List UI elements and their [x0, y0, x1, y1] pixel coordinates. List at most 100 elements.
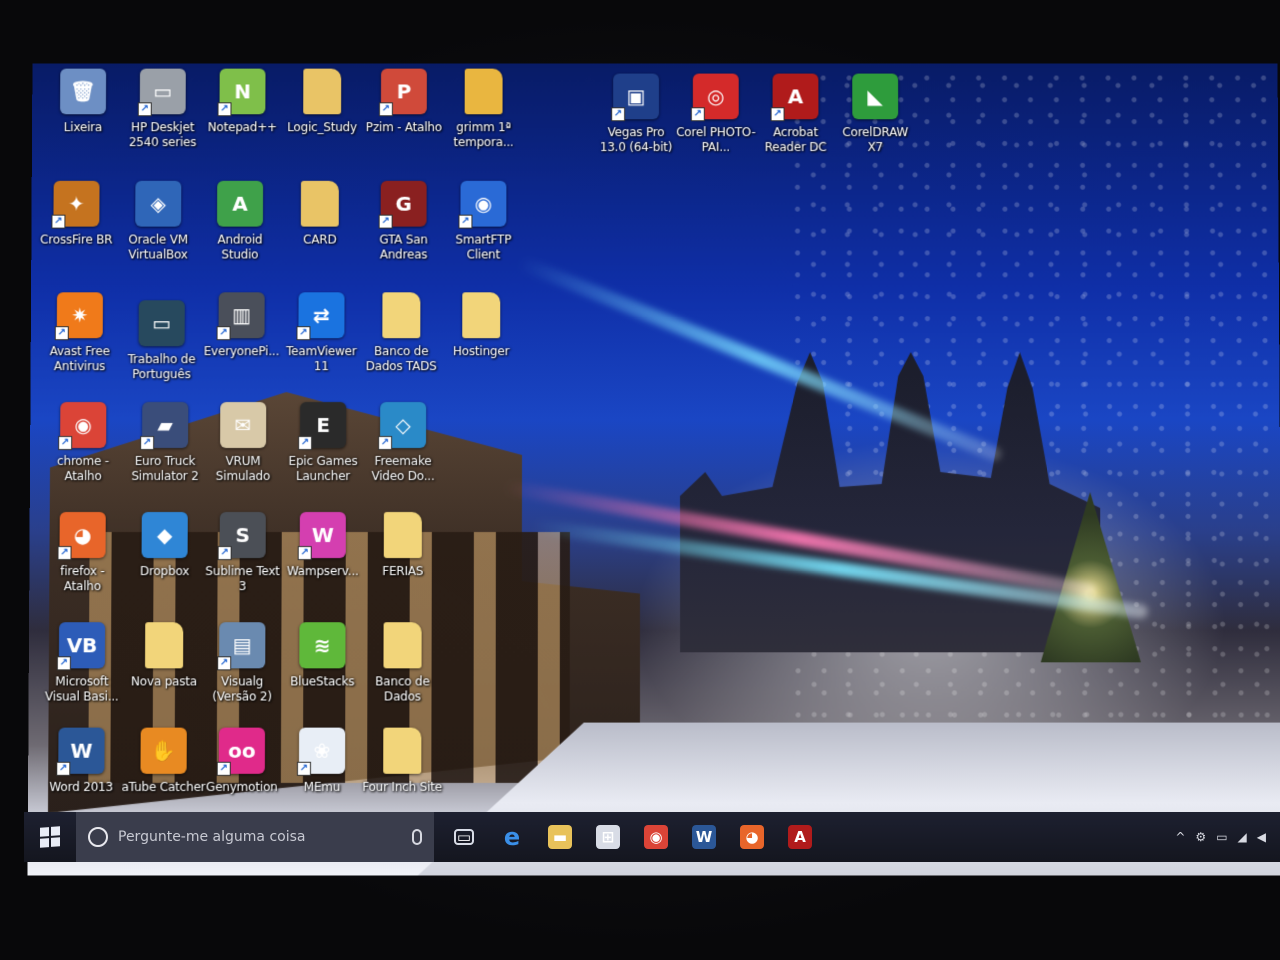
folder-icon	[382, 292, 421, 339]
desktop-icon[interactable]: P ↗ Pzim - Atalho	[363, 68, 445, 174]
desktop-icon[interactable]: FERIAS	[362, 512, 444, 618]
store-icon: ⊞	[596, 825, 620, 849]
virtualbox-icon: ◈	[135, 180, 182, 227]
taskbar-word[interactable]: W	[680, 812, 728, 862]
folder-icon	[464, 68, 503, 115]
desktop-icon[interactable]: ✦ ↗ CrossFire BR	[35, 180, 117, 287]
edge-icon: e	[503, 823, 521, 851]
desktop-icon[interactable]: Hostinger	[440, 292, 522, 398]
shortcut-arrow-icon: ↗	[56, 656, 71, 671]
desktop-icon-label: SmartFTP Client	[455, 232, 512, 262]
tray-icon[interactable]: ⚙	[1195, 830, 1206, 844]
desktop-icon-label: GTA San Andreas	[379, 232, 428, 262]
desktop-icon[interactable]: ▭ ↗ HP Deskjet 2540 series	[122, 68, 204, 174]
taskbar-acrobat[interactable]: A	[776, 812, 824, 862]
wampserver-icon: W ↗	[297, 512, 346, 561]
tray-icon[interactable]: ▭	[1216, 830, 1227, 844]
smartftp-icon: ◉ ↗	[458, 180, 507, 229]
desktop-icon[interactable]: 🗑 Lixeira	[42, 68, 124, 174]
shortcut-arrow-icon: ↗	[217, 546, 232, 561]
desktop-icon[interactable]: A ↗ Acrobat Reader DC	[755, 73, 837, 179]
shortcut-arrow-icon: ↗	[217, 102, 232, 117]
bluestacks-icon: ≋	[299, 622, 346, 669]
taskbar-firefox[interactable]: ◕	[728, 812, 776, 862]
desktop-icon[interactable]: VB ↗ Microsoft Visual Basi...	[40, 622, 123, 728]
taskbar-chrome[interactable]: ◉	[632, 812, 680, 862]
tray-icon[interactable]: ◢	[1238, 830, 1247, 844]
gta-san-andreas-icon: G ↗	[378, 180, 427, 229]
desktop-icon[interactable]: ▣ ↗ Vegas Pro 13.0 (64-bit)	[595, 73, 677, 179]
desktop-icon-label: Vegas Pro 13.0 (64-bit)	[599, 125, 673, 155]
folder-icon	[462, 292, 501, 339]
desktop-icon-label: Hostinger	[453, 344, 510, 359]
taskbar-edge[interactable]: e	[488, 812, 536, 862]
desktop-icon[interactable]: ▤ ↗ Visualg (Versão 2)	[201, 622, 284, 728]
desktop-icon[interactable]: ◕ ↗ firefox - Atalho	[41, 512, 124, 618]
dropbox-icon: ◆	[141, 512, 188, 559]
desktop-icon[interactable]: ◉ ↗ SmartFTP Client	[442, 180, 524, 287]
desktop-icon[interactable]: W ↗ Wampserv...	[281, 512, 363, 618]
cortana-icon	[88, 827, 108, 847]
taskbar-pinned-apps: ▭ e ▬ ⊞ ◉ W ◕ A	[440, 812, 824, 862]
shortcut-arrow-icon: ↗	[378, 214, 393, 229]
teamviewer-icon: ⇄ ↗	[296, 292, 345, 341]
taskbar-task-view[interactable]: ▭	[440, 812, 488, 862]
desktop-icon[interactable]: ▥ ↗ EveryonePi...	[200, 292, 282, 398]
word-icon: W	[692, 825, 716, 849]
shortcut-arrow-icon: ↗	[54, 326, 69, 341]
desktop-icon-label: Euro Truck Simulator 2	[131, 454, 199, 483]
desktop-icon[interactable]: ◇ ↗ Freemake Video Do...	[362, 402, 444, 508]
desktop-icon[interactable]: G ↗ GTA San Andreas	[363, 180, 445, 287]
word-icon: W ↗	[56, 727, 105, 776]
desktop-icon[interactable]: ⇄ ↗ TeamViewer 11	[280, 292, 362, 398]
shortcut-arrow-icon: ↗	[296, 761, 312, 776]
pzim-icon: P ↗	[378, 68, 427, 117]
desktop-icon-label: Freemake Video Do...	[371, 454, 435, 483]
taskbar-store[interactable]: ⊞	[584, 812, 632, 862]
desktop-icon-label: Dropbox	[139, 564, 190, 579]
task-view-icon: ▭	[454, 828, 474, 846]
desktop-icon[interactable]: ≋ BlueStacks	[281, 622, 364, 728]
desktop-icon[interactable]: ▭ Trabalho de Português	[120, 300, 202, 406]
taskbar-file-explorer[interactable]: ▬	[536, 812, 584, 862]
desktop-icon[interactable]: CARD	[279, 180, 361, 287]
notepad-plus-plus-icon: N ↗	[217, 68, 266, 117]
desktop-icon[interactable]: Banco de Dados TADS	[360, 292, 442, 398]
tray-icon[interactable]: ◀	[1257, 830, 1266, 844]
desktop-icon[interactable]: Logic_Study	[281, 68, 363, 174]
desktop-icon-label: Wampserv...	[286, 564, 359, 579]
desktop-icon[interactable]: ◈ Oracle VM VirtualBox	[117, 180, 199, 287]
file-explorer-icon: ▬	[548, 825, 572, 849]
desktop-icon[interactable]: ◎ ↗ Corel PHOTO-PAI...	[675, 73, 757, 179]
start-button[interactable]	[24, 812, 76, 862]
android-studio-icon: A	[217, 180, 264, 227]
cortana-search-box[interactable]: Pergunte-me alguma coisa	[76, 812, 434, 862]
desktop-icon[interactable]: Nova pasta	[123, 622, 206, 728]
acrobat-icon: A	[788, 825, 812, 849]
desktop-icon[interactable]: ▰ ↗ Euro Truck Simulator 2	[124, 402, 206, 508]
tray-icon[interactable]: ^	[1175, 830, 1185, 844]
taskbar: Pergunte-me alguma coisa ▭ e ▬ ⊞ ◉ W ◕ A ^ ⚙ ▭ ◢ ◀	[24, 812, 1280, 862]
desktop-icon-label: grimm 1ª tempora...	[453, 120, 514, 150]
desktop-icon[interactable]: E ↗ Epic Games Launcher	[282, 402, 364, 508]
desktop-icon[interactable]: Banco de Dados	[361, 622, 443, 728]
vegas-pro-icon: ▣ ↗	[611, 73, 659, 122]
desktop-icon[interactable]: A Android Studio	[199, 180, 281, 287]
recycle-bin-icon: 🗑	[60, 68, 107, 115]
desktop-icon[interactable]: ✷ ↗ Avast Free Antivirus	[38, 292, 120, 398]
desktop-icon[interactable]: ◆ Dropbox	[123, 512, 206, 618]
desktop-icon[interactable]: ✉ VRUM Simulado	[202, 402, 284, 508]
desktop-icon[interactable]: N ↗ Notepad++	[201, 68, 283, 174]
desktop-icon[interactable]: ◣ CorelDRAW X7	[834, 73, 916, 179]
desktop-icon-label: Lixeira	[63, 120, 103, 135]
desktop-icon-label: Four Inch Site	[362, 779, 443, 794]
desktop-icon[interactable]: S ↗ Sublime Text 3	[201, 512, 284, 618]
shortcut-arrow-icon: ↗	[57, 546, 72, 561]
search-placeholder: Pergunte-me alguma coisa	[118, 829, 306, 845]
corel-photo-paint-icon: ◎ ↗	[690, 73, 739, 122]
chrome-icon: ◉	[644, 825, 668, 849]
desktop-icon-label: Word 2013	[49, 779, 114, 794]
microphone-icon[interactable]	[412, 829, 422, 845]
desktop-icon[interactable]: ◉ ↗ chrome - Atalho	[42, 402, 125, 508]
desktop-icon[interactable]: grimm 1ª tempora...	[443, 68, 525, 174]
